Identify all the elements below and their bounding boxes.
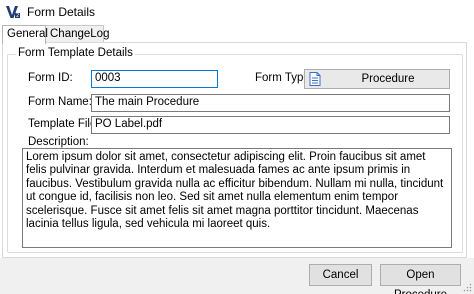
form-id-field[interactable]: 0003 — [91, 70, 218, 88]
description-label: Description: — [28, 136, 89, 148]
document-icon — [309, 72, 321, 86]
general-tab-panel: Form Template Details Form ID: 0003 Form… — [2, 42, 467, 258]
form-type-value: Procedure — [361, 73, 415, 85]
template-file-label: Template File: — [28, 118, 100, 130]
window-title: Form Details — [27, 5, 96, 19]
form-template-details-group: Form Template Details Form ID: 0003 Form… — [7, 47, 463, 253]
form-details-window: 2 Form Details General ChangeLog Form Te… — [0, 0, 474, 294]
svg-text:2: 2 — [16, 13, 19, 19]
tab-changelog[interactable]: ChangeLog — [45, 25, 109, 43]
tab-general[interactable]: General — [2, 25, 48, 44]
group-title: Form Template Details — [16, 47, 135, 59]
template-file-field[interactable]: PO Label.pdf — [91, 116, 450, 134]
form-name-field[interactable]: The main Procedure — [91, 94, 450, 112]
form-type-selector[interactable]: Procedure — [304, 69, 450, 89]
app-logo-icon: 2 — [5, 4, 21, 20]
description-textarea[interactable]: Lorem ipsum dolor sit amet, consectetur … — [22, 148, 452, 248]
form-id-label: Form ID: — [28, 72, 73, 84]
resize-grip-icon[interactable] — [462, 282, 472, 292]
cancel-button[interactable]: Cancel — [309, 264, 372, 286]
title-bar[interactable]: 2 Form Details — [0, 0, 474, 24]
open-procedure-button[interactable]: Open Procedure — [380, 264, 461, 294]
dialog-footer: Cancel Open Procedure — [0, 258, 474, 294]
form-name-label: Form Name: — [28, 96, 92, 108]
tab-strip: General ChangeLog — [0, 25, 474, 44]
